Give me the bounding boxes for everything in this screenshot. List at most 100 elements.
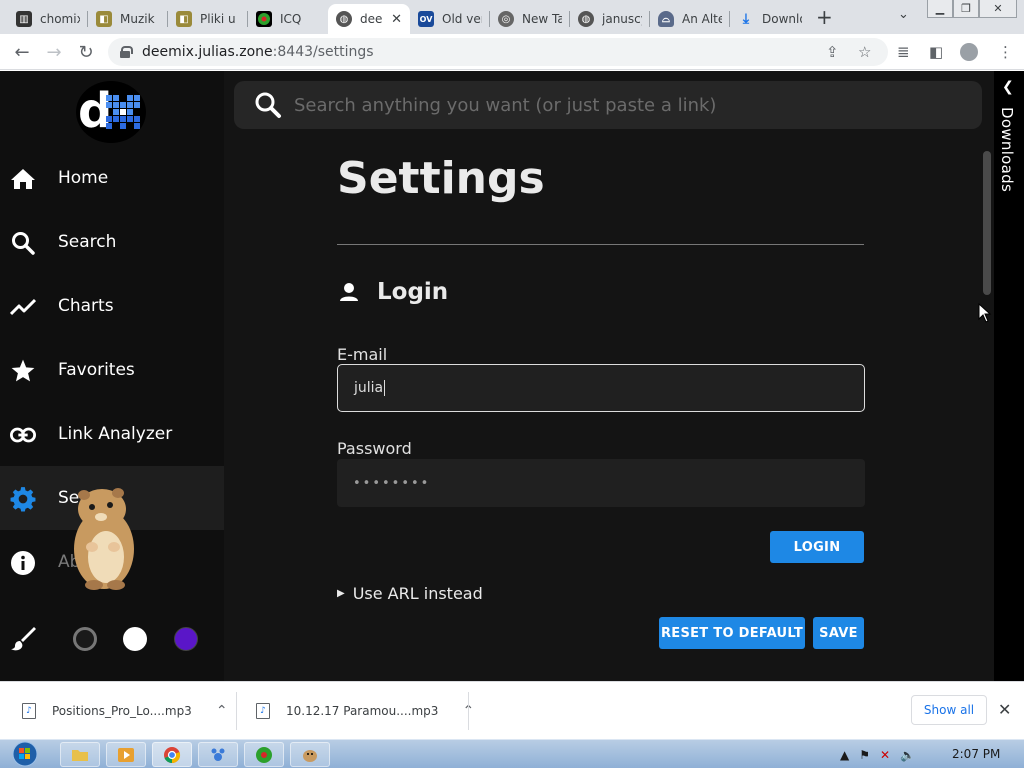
browser-tab[interactable]: OV Old ver	[410, 4, 490, 34]
close-window-button[interactable]: ✕	[979, 0, 1017, 18]
theme-swatch-dark[interactable]	[73, 627, 97, 651]
close-icon[interactable]: ✕	[998, 700, 1011, 719]
taskbar-clock[interactable]: 2:07 PM	[952, 747, 1000, 761]
restore-window-button[interactable]: ❐	[953, 0, 979, 18]
browser-toolbar: ← → ↻ deemix.julias.zone:8443/settings ⇪…	[0, 34, 1024, 70]
close-tab-icon[interactable]: ✕	[391, 12, 402, 27]
ufo-icon: ⌓	[658, 11, 674, 27]
hamster-app-taskbar-button[interactable]	[290, 742, 330, 767]
media-queue-icon[interactable]: ≣	[897, 43, 910, 61]
deemix-app: d Home Search Charts Favorites Link Anal…	[0, 71, 1024, 681]
page-title: Settings	[337, 153, 545, 204]
side-panel-icon[interactable]: ◧	[929, 43, 943, 61]
icq-flower-icon	[256, 746, 272, 763]
browser-tab-active[interactable]: ◍ dee ✕	[328, 4, 410, 34]
library-icon: ▥	[16, 11, 32, 27]
bookmark-star-icon[interactable]: ☆	[858, 43, 871, 61]
kebab-menu-icon[interactable]: ⋮	[998, 43, 1013, 61]
email-label: E-mail	[337, 345, 388, 364]
windows-taskbar: ▲ ⚑ ✕ 🔈 2:07 PM	[0, 739, 1024, 768]
use-arl-toggle[interactable]: ▶ Use ARL instead	[337, 584, 483, 603]
search-icon	[10, 230, 36, 256]
download-filename: 10.12.17 Paramou....mp3	[286, 704, 439, 718]
sidebar-item-favorites[interactable]: Favorites	[0, 338, 224, 402]
download-item[interactable]: ♪ Positions_Pro_Lo....mp3 ⌃	[22, 682, 228, 740]
theme-picker	[0, 615, 224, 661]
profile-avatar-icon[interactable]	[960, 43, 978, 61]
media-player-icon	[118, 747, 134, 762]
new-tab-button[interactable]: +	[816, 7, 833, 27]
media-player-taskbar-button[interactable]	[106, 742, 146, 767]
paw-app-taskbar-button[interactable]	[198, 742, 238, 767]
globe-icon: ◍	[336, 11, 352, 27]
hamster-icon	[303, 749, 317, 762]
reload-icon[interactable]: ↻	[74, 40, 98, 64]
theme-swatch-purple[interactable]	[174, 627, 198, 651]
theme-swatch-light[interactable]	[123, 627, 147, 651]
icq-taskbar-button[interactable]	[244, 742, 284, 767]
sidebar-item-home[interactable]: Home	[0, 146, 224, 210]
browser-tab[interactable]: ⤓ Downlo	[730, 4, 810, 34]
password-field[interactable]: ••••••••	[337, 459, 865, 507]
network-error-icon[interactable]: ✕	[880, 748, 890, 762]
browser-tab-strip: ▥ chomix ◧ Muzik ◧ Pliki u ICQ ◍ dee ✕ O…	[0, 0, 1024, 34]
reset-to-default-button[interactable]: RESET TO DEFAULT	[659, 617, 805, 649]
sidebar-item-label: Favorites	[58, 360, 135, 380]
share-icon[interactable]: ⇪	[826, 43, 839, 61]
save-button[interactable]: SAVE	[813, 617, 864, 649]
browser-tab[interactable]: ICQ	[248, 4, 328, 34]
windows-start-icon[interactable]	[6, 740, 44, 768]
show-all-downloads-button[interactable]: Show all	[911, 695, 987, 725]
action-center-icon[interactable]: ⚑	[859, 748, 870, 762]
browser-tab[interactable]: ◧ Pliki u	[168, 4, 248, 34]
minimize-window-button[interactable]: ▁	[927, 0, 953, 18]
sidebar-item-label: Link Analyzer	[58, 424, 173, 444]
mouse-pointer-icon	[978, 303, 992, 323]
back-arrow-icon[interactable]: ←	[10, 40, 34, 64]
volume-icon[interactable]: 🔈	[900, 748, 915, 762]
chevron-left-icon[interactable]: ❮	[1002, 79, 1014, 95]
oldversion-icon: OV	[418, 11, 434, 27]
explorer-taskbar-button[interactable]	[60, 742, 100, 767]
page-scrollbar[interactable]	[980, 151, 992, 681]
download-item[interactable]: ♪ 10.12.17 Paramou....mp3 ⌃	[256, 682, 474, 740]
sidebar-item-link-analyzer[interactable]: Link Analyzer	[0, 402, 224, 466]
sidebar-item-search[interactable]: Search	[0, 210, 224, 274]
folder-icon	[72, 749, 88, 761]
deemix-logo[interactable]: d	[76, 81, 146, 143]
sidebar-item-charts[interactable]: Charts	[0, 274, 224, 338]
paintbrush-icon	[10, 625, 36, 655]
password-label: Password	[337, 439, 412, 458]
caret-right-icon: ▶	[337, 588, 345, 599]
show-hidden-icons-icon[interactable]: ▲	[840, 748, 849, 762]
tab-search-chevron-icon[interactable]: ⌄	[898, 7, 909, 22]
browser-tab[interactable]: ◍ januscy	[570, 4, 650, 34]
login-button[interactable]: LOGIN	[770, 531, 864, 563]
address-bar[interactable]: deemix.julias.zone:8443/settings	[108, 38, 888, 66]
chrome-icon: ◎	[498, 11, 514, 27]
browser-tab[interactable]: ▥ chomix	[8, 4, 88, 34]
gear-icon	[10, 486, 36, 512]
home-icon	[10, 166, 36, 192]
lock-icon[interactable]	[120, 46, 133, 58]
chevron-up-icon[interactable]: ⌃	[216, 703, 228, 719]
browser-tab[interactable]: ◎ New Ta	[490, 4, 570, 34]
download-icon: ⤓	[742, 11, 750, 27]
system-tray: ▲ ⚑ ✕ 🔈	[840, 740, 925, 768]
text-caret	[384, 380, 386, 396]
folder-icon: ◧	[96, 11, 112, 27]
sidebar-item-label: Search	[58, 232, 117, 252]
email-field[interactable]: julia	[337, 364, 865, 412]
forward-arrow-icon[interactable]: →	[42, 40, 66, 64]
login-section-title: Login	[337, 279, 448, 305]
sidebar-item-label: Charts	[58, 296, 114, 316]
browser-tab[interactable]: ⌓ An Alte	[650, 4, 730, 34]
url-host: deemix.julias.zone	[142, 44, 273, 60]
downloads-panel-toggle[interactable]: ❮ Downloads	[994, 71, 1024, 681]
downloads-label: Downloads	[998, 107, 1016, 193]
url-path: :8443/settings	[272, 44, 374, 60]
chrome-taskbar-button[interactable]	[152, 742, 192, 767]
link-icon	[10, 422, 36, 448]
browser-tab[interactable]: ◧ Muzik	[88, 4, 168, 34]
scrollbar-thumb[interactable]	[983, 151, 991, 295]
